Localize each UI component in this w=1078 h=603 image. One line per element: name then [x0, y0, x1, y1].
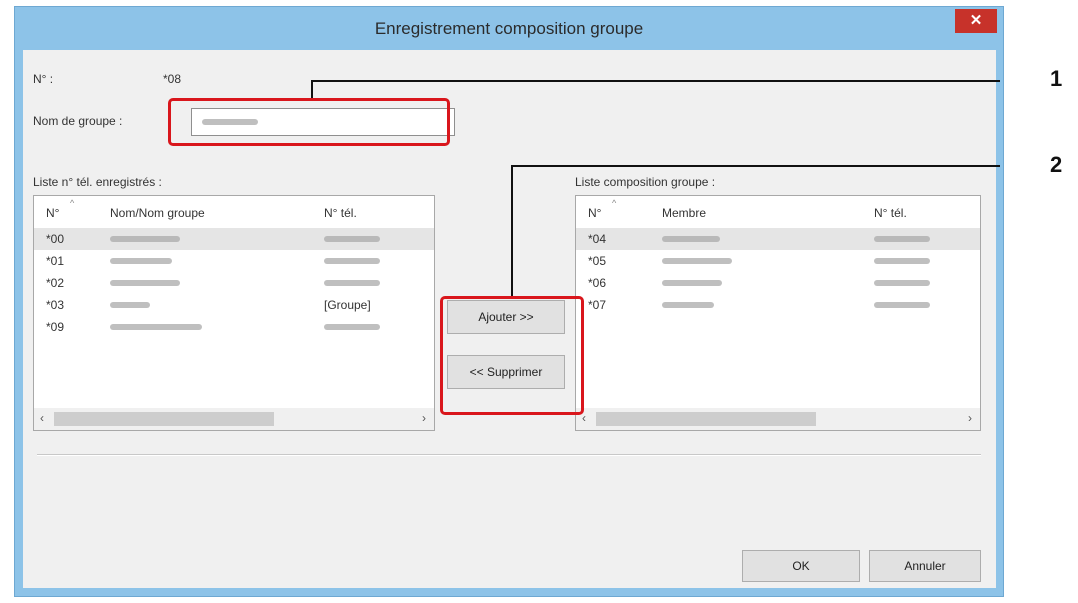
member-name-blurred [662, 258, 732, 264]
entry-name-blurred [110, 302, 150, 308]
scrollbar-thumb[interactable] [596, 412, 816, 426]
number-label: N° : [33, 72, 54, 86]
list-item[interactable]: *01 [34, 250, 434, 272]
column-header-member[interactable]: Membre [662, 206, 706, 220]
entry-tel: [Groupe] [324, 298, 371, 312]
highlight-group-name [168, 98, 450, 146]
entry-name-blurred [110, 236, 180, 242]
sort-arrow-icon: ^ [70, 198, 75, 208]
member-number: *06 [588, 276, 607, 290]
list-header: N° ^ Membre N° tél. [576, 196, 980, 226]
number-value: *08 [163, 72, 182, 86]
entry-name-blurred [110, 258, 172, 264]
list-item[interactable]: *04 [576, 228, 980, 250]
entry-tel-blurred [324, 280, 380, 286]
entry-number: *02 [46, 276, 65, 290]
member-number: *07 [588, 298, 607, 312]
member-tel-blurred [874, 258, 930, 264]
sort-arrow-icon: ^ [612, 198, 617, 208]
list-header: N° ^ Nom/Nom groupe N° tél. [34, 196, 434, 226]
dialog-title: Enregistrement composition groupe [374, 19, 644, 38]
member-tel-blurred [874, 280, 930, 286]
entry-tel-blurred [324, 324, 380, 330]
list-item[interactable]: *06 [576, 272, 980, 294]
scrollbar-thumb[interactable] [54, 412, 274, 426]
scroll-right-icon[interactable]: › [968, 411, 972, 425]
list-item[interactable]: *00 [34, 228, 434, 250]
separator [37, 454, 981, 456]
entry-name-blurred [110, 324, 202, 330]
member-name-blurred [662, 236, 720, 242]
horizontal-scrollbar[interactable]: ‹ › [576, 408, 980, 430]
registered-numbers-list[interactable]: N° ^ Nom/Nom groupe N° tél. *00 *01 *02 [33, 195, 435, 431]
ok-button[interactable]: OK [742, 550, 860, 582]
member-number: *04 [588, 232, 607, 246]
column-header-tel[interactable]: N° tél. [874, 206, 907, 220]
column-header-name[interactable]: Nom/Nom groupe [110, 206, 205, 220]
column-header-number[interactable]: N° [588, 206, 601, 220]
column-header-tel[interactable]: N° tél. [324, 206, 357, 220]
registered-list-label: Liste n° tél. enregistrés : [33, 175, 162, 189]
entry-number: *09 [46, 320, 65, 334]
composition-list-label: Liste composition groupe : [575, 175, 716, 189]
list-item[interactable]: *02 [34, 272, 434, 294]
scroll-left-icon[interactable]: ‹ [40, 411, 44, 425]
member-name-blurred [662, 280, 722, 286]
callout-number-1: 1 [1050, 66, 1063, 91]
list-item[interactable]: *09 [34, 316, 434, 338]
member-number: *05 [588, 254, 607, 268]
column-header-number[interactable]: N° [46, 206, 59, 220]
group-composition-list[interactable]: N° ^ Membre N° tél. *04 *05 *06 *07 ‹ › [575, 195, 981, 431]
entry-number: *00 [46, 232, 65, 246]
list-item[interactable]: *03 [Groupe] [34, 294, 434, 316]
scroll-right-icon[interactable]: › [422, 411, 426, 425]
member-tel-blurred [874, 302, 930, 308]
entry-number: *03 [46, 298, 65, 312]
list-item[interactable]: *05 [576, 250, 980, 272]
highlight-add-remove [440, 296, 584, 415]
entry-number: *01 [46, 254, 65, 268]
callout-number-2: 2 [1050, 152, 1063, 177]
group-name-label: Nom de groupe : [33, 114, 123, 128]
entry-name-blurred [110, 280, 180, 286]
title-bar[interactable]: Enregistrement composition groupe ✕ [15, 7, 1003, 49]
close-button[interactable]: ✕ [955, 9, 997, 33]
member-name-blurred [662, 302, 714, 308]
entry-tel-blurred [324, 236, 380, 242]
entry-tel-blurred [324, 258, 380, 264]
list-item[interactable]: *07 [576, 294, 980, 316]
cancel-button[interactable]: Annuler [869, 550, 981, 582]
horizontal-scrollbar[interactable]: ‹ › [34, 408, 434, 430]
member-tel-blurred [874, 236, 930, 242]
